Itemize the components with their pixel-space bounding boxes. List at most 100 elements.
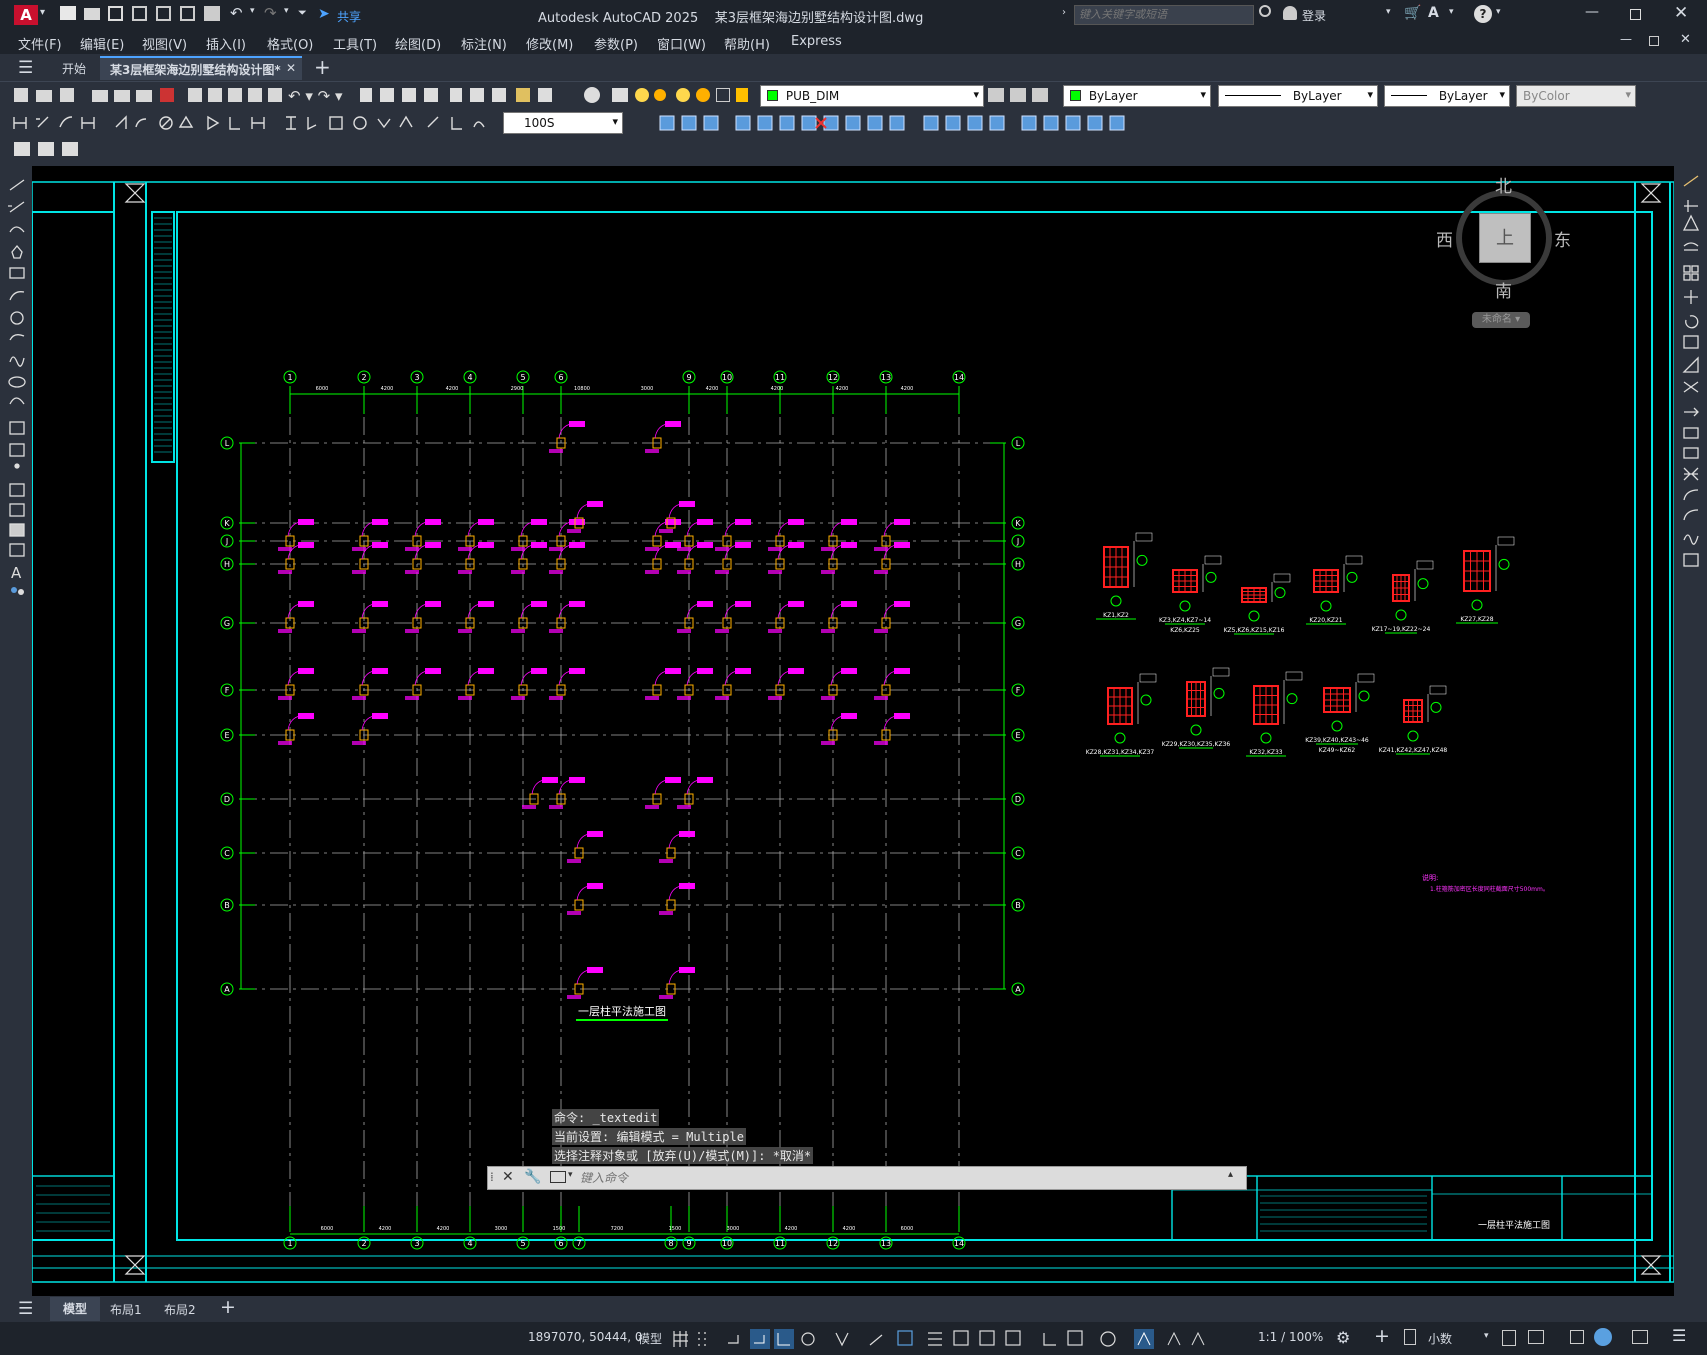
viewcube-north[interactable]: 北 — [1495, 172, 1512, 197]
chevron-down-icon[interactable]: ▾ — [250, 6, 255, 16]
clean-screen-icon[interactable] — [1632, 1330, 1648, 1344]
cad-drawing[interactable]: L LK KJ JH HG GF FE ED DC CB BA A1 2 3 4 5 6 9 10 11 12 13 141… — [32, 166, 1674, 1296]
units-icon[interactable] — [1404, 1329, 1416, 1345]
hardware-acceleration-icon[interactable] — [1594, 1328, 1612, 1346]
publish-icon[interactable] — [180, 6, 195, 21]
quick-properties-icon[interactable] — [1502, 1330, 1516, 1346]
draw-tools-icons[interactable]: A — [4, 166, 30, 626]
save-icon[interactable] — [108, 6, 123, 21]
ucs-menu-button[interactable]: 未命名 ▾ — [1472, 312, 1530, 328]
layer-previous-icon[interactable] — [1010, 88, 1026, 102]
menu-draw[interactable]: 绘图(D) — [395, 34, 441, 53]
open-folder-icon[interactable] — [84, 8, 100, 20]
command-grip-icon[interactable]: ⁞ — [490, 1170, 494, 1184]
viewcube-top-face[interactable]: 上 — [1479, 213, 1531, 263]
chevron-down-icon[interactable]: ▾ — [568, 1170, 573, 1180]
modify-tools-icons[interactable] — [656, 113, 1136, 133]
linetype-dropdown[interactable]: ByLayer ▾ — [1218, 85, 1378, 107]
plus-icon[interactable]: + — [1374, 1325, 1390, 1347]
undo-icon[interactable]: ↶ — [230, 4, 243, 22]
customization-icon[interactable]: ☰ — [1672, 1326, 1686, 1345]
redo-icon[interactable]: ↷ — [264, 4, 277, 22]
drawing-canvas[interactable]: L L K K J J H H G G F F E E D D C C B B A A 1 2 3 4 5 6 9 10 11 12 13 14 1… — [32, 166, 1674, 1296]
customize-qat-icon[interactable]: ⏷ — [298, 6, 307, 20]
color-dropdown[interactable]: ByLayer ▾ — [1063, 85, 1211, 107]
minimize-icon[interactable]: — — [1585, 4, 1599, 20]
menu-edit[interactable]: 编辑(E) — [80, 34, 124, 53]
annotation-scale[interactable]: 1:1 / 100% — [1258, 1330, 1323, 1344]
menu-view[interactable]: 视图(V) — [142, 34, 187, 53]
recent-commands-icon[interactable]: ▴ — [1228, 1169, 1233, 1180]
share-icon[interactable]: ➤ — [318, 6, 330, 22]
hamburger-menu-icon[interactable]: ☰ — [18, 58, 33, 78]
menu-format[interactable]: 格式(O) — [267, 34, 313, 53]
menu-insert[interactable]: 插入(I) — [206, 34, 246, 53]
autodesk-app-icon[interactable]: A — [1428, 5, 1439, 21]
new-file-icon[interactable] — [60, 6, 76, 20]
settings-gear-icon[interactable]: ⚙ — [1336, 1328, 1350, 1347]
share-button[interactable]: 共享 — [337, 8, 361, 25]
new-layout-icon[interactable]: + — [220, 1296, 236, 1318]
menu-express[interactable]: Express — [791, 34, 842, 49]
viewcube-south[interactable]: 南 — [1495, 277, 1512, 302]
viewcube-west[interactable]: 西 — [1436, 226, 1453, 251]
maximize-icon[interactable] — [1630, 9, 1641, 20]
search-icon[interactable] — [1259, 5, 1271, 17]
dimension-tools-icons[interactable] — [8, 113, 503, 133]
customize-command-icon[interactable]: 🔧 — [524, 1169, 541, 1185]
layer-freeze-icons[interactable] — [676, 86, 761, 106]
tab-start[interactable]: 开始 — [62, 60, 86, 77]
tab-layout1[interactable]: 布局1 — [110, 1301, 142, 1318]
modify-tools-side-icons[interactable] — [1676, 166, 1707, 586]
help-icon[interactable]: ? — [1474, 5, 1492, 23]
command-input[interactable] — [580, 1169, 1140, 1187]
coordinates-readout[interactable]: 1897070, 50444, 0 — [528, 1330, 643, 1344]
viewcube-east[interactable]: 东 — [1554, 226, 1571, 251]
layer-dropdown[interactable]: PUB_DIM ▾ — [760, 85, 984, 107]
make-current-layer-icon[interactable] — [988, 88, 1004, 102]
new-tab-icon[interactable]: + — [314, 55, 331, 79]
standard-tools-icons[interactable]: ↶ ▾ ↷ ▾ — [8, 86, 668, 106]
tab-layout2[interactable]: 布局2 — [164, 1301, 196, 1318]
close-command-icon[interactable]: ✕ — [502, 1169, 514, 1185]
manage-attributes-icon[interactable] — [62, 142, 78, 156]
model-space-toggle[interactable]: 模型 — [638, 1330, 662, 1347]
doc-minimize-icon[interactable]: — — [1620, 32, 1632, 46]
drafting-aids-icons[interactable] — [672, 1329, 1242, 1349]
menu-modify[interactable]: 修改(M) — [526, 34, 573, 53]
cart-icon[interactable]: 🛒 — [1404, 5, 1421, 21]
chevron-down-icon[interactable]: ▾ — [1484, 1331, 1489, 1341]
close-icon[interactable]: ✕ — [1674, 3, 1688, 23]
menu-dimension[interactable]: 标注(N) — [461, 34, 507, 53]
menu-parametric[interactable]: 参数(P) — [594, 34, 638, 53]
layer-states-icon[interactable] — [1032, 88, 1048, 102]
menu-window[interactable]: 窗口(W) — [657, 34, 706, 53]
isolate-objects-icon[interactable] — [1570, 1330, 1584, 1344]
search-input[interactable] — [1074, 5, 1254, 25]
chevron-down-icon[interactable]: ▾ — [1449, 7, 1454, 17]
login-button[interactable]: 登录 — [1302, 7, 1326, 24]
lock-ui-icon[interactable] — [1528, 1330, 1544, 1344]
command-prompt-icon[interactable] — [550, 1171, 566, 1183]
doc-close-icon[interactable]: ✕ — [1680, 32, 1691, 47]
edit-attribute-icon[interactable] — [14, 142, 30, 156]
save-as-icon[interactable] — [132, 6, 147, 21]
tab-model[interactable]: 模型 — [50, 1297, 100, 1321]
plotstyle-dropdown[interactable]: ByColor ▾ — [1516, 85, 1636, 107]
menu-file[interactable]: 文件(F) — [18, 34, 62, 53]
chevron-down-icon[interactable]: ▾ — [284, 6, 289, 16]
block-editor-icon[interactable] — [38, 142, 54, 156]
cloud-save-icon[interactable] — [156, 6, 171, 21]
viewcube[interactable]: 上 北 南 西 东 未命名 ▾ — [1436, 172, 1571, 332]
menu-tools[interactable]: 工具(T) — [333, 34, 377, 53]
hamburger-menu-icon[interactable]: ☰ — [18, 1299, 33, 1319]
chevron-down-icon[interactable]: ▾ — [40, 7, 45, 18]
lineweight-dropdown[interactable]: ByLayer ▾ — [1384, 85, 1510, 107]
units-dropdown[interactable]: 小数 — [1428, 1330, 1452, 1347]
chevron-down-icon[interactable]: ▾ — [1496, 7, 1501, 17]
tab-active-document[interactable]: 某3层框架海边别墅结构设计图* ✕ — [100, 56, 302, 80]
chevron-right-icon[interactable]: › — [1062, 7, 1066, 18]
menu-help[interactable]: 帮助(H) — [724, 34, 770, 53]
app-menu-button[interactable]: A — [14, 5, 38, 25]
plot-icon[interactable] — [204, 6, 220, 21]
